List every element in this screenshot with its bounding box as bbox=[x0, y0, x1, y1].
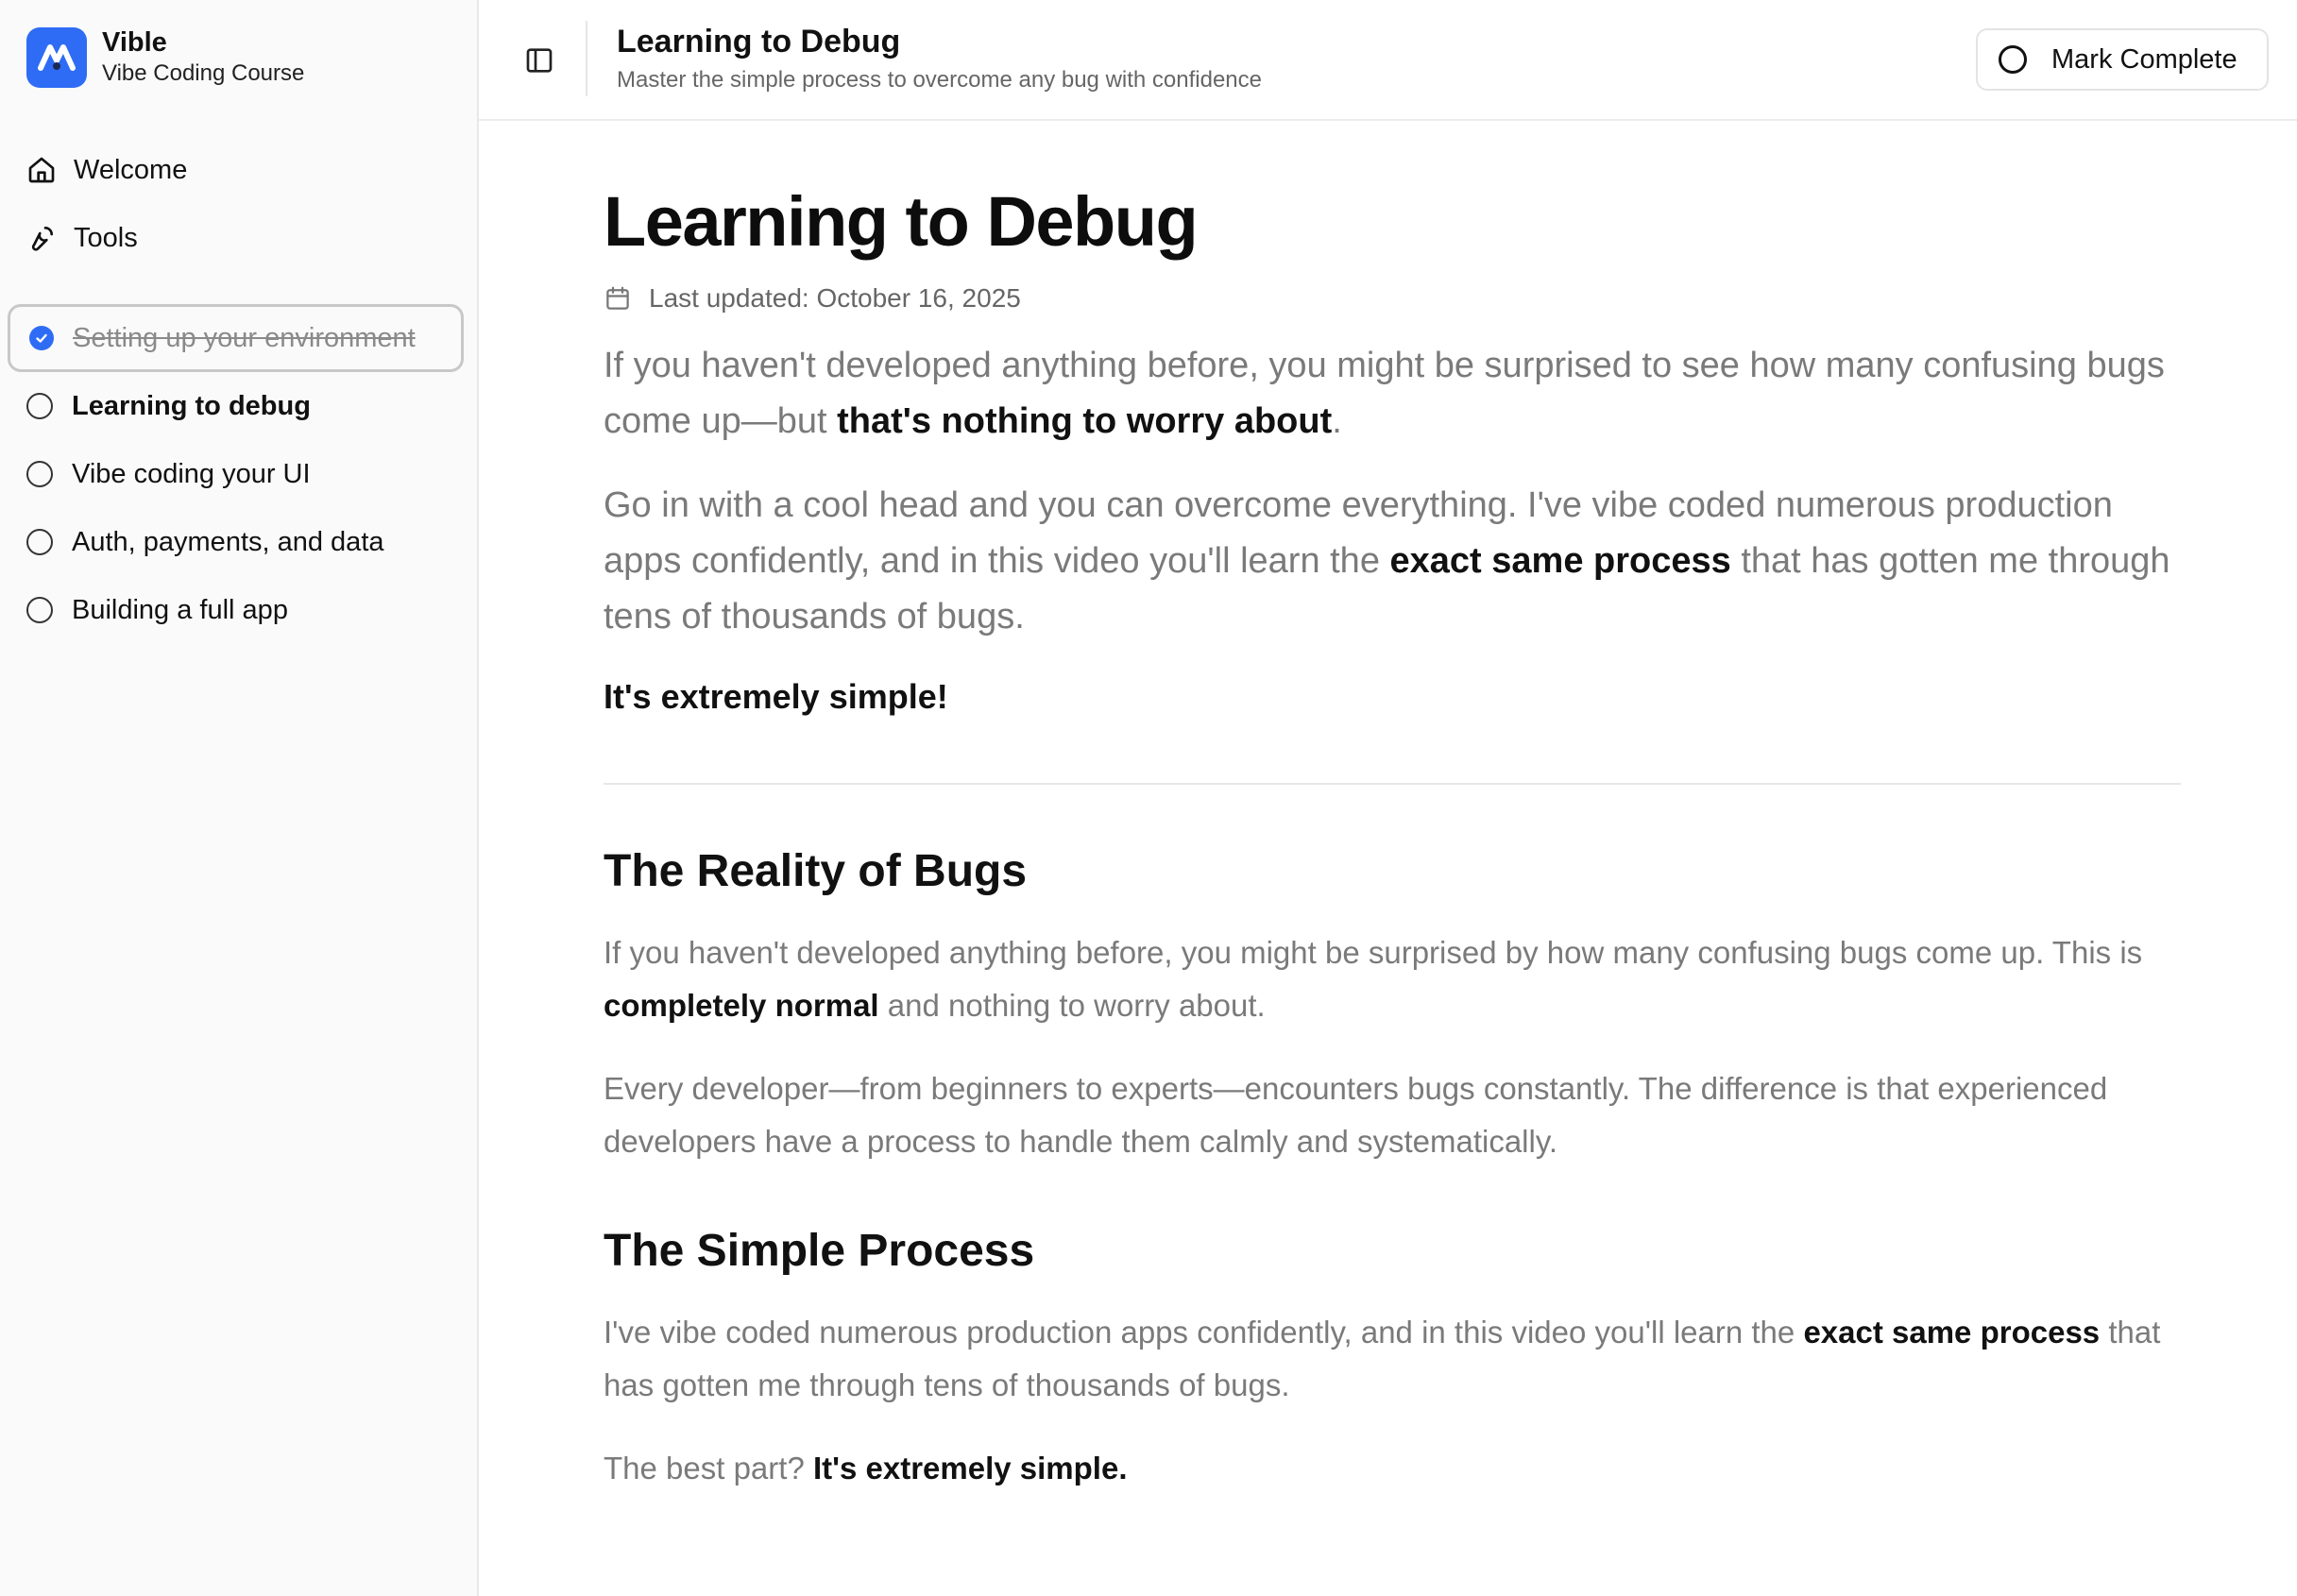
section2-paragraph-2: The best part? It's extremely simple. bbox=[604, 1442, 2181, 1495]
lesson-label: Vibe coding your UI bbox=[72, 458, 311, 489]
lesson-label: Auth, payments, and data bbox=[72, 526, 384, 557]
panel-left-icon bbox=[526, 48, 553, 73]
lesson-item-building-full-app[interactable]: Building a full app bbox=[0, 576, 477, 644]
brand[interactable]: Vible Vibe Coding Course bbox=[26, 26, 304, 89]
simple-statement: It's extremely simple! bbox=[604, 677, 948, 716]
lesson-item-learning-to-debug[interactable]: Learning to debug bbox=[0, 372, 477, 440]
circle-icon bbox=[26, 461, 53, 487]
mark-complete-button[interactable]: Mark Complete bbox=[1976, 28, 2269, 91]
lesson-item-auth-payments-data[interactable]: Auth, payments, and data bbox=[0, 508, 477, 576]
text-run: . bbox=[1332, 401, 1342, 441]
brand-name: Vible bbox=[102, 27, 167, 58]
section1-paragraph-1: If you haven't developed anything before… bbox=[604, 926, 2181, 1032]
sidebar-item-label: Tools bbox=[74, 222, 138, 253]
article: Learning to Debug Last updated: October … bbox=[604, 121, 2181, 1495]
mark-complete-label: Mark Complete bbox=[2051, 43, 2237, 75]
section-heading-process: The Simple Process bbox=[604, 1226, 1035, 1276]
text-run: The best part? bbox=[604, 1451, 813, 1486]
lead-paragraph-1: If you haven't developed anything before… bbox=[604, 338, 2181, 450]
circle-icon bbox=[26, 529, 53, 555]
emphasis: completely normal bbox=[604, 988, 879, 1023]
text-run: and nothing to worry about. bbox=[878, 988, 1266, 1023]
lesson-item-setting-up[interactable]: Setting up your environment bbox=[8, 304, 464, 372]
sidebar-toggle-button[interactable] bbox=[520, 42, 558, 79]
emphasis: that's nothing to worry about bbox=[837, 401, 1333, 441]
lead-paragraph-2: Go in with a cool head and you can overc… bbox=[604, 478, 2181, 645]
sidebar-item-tools[interactable]: Tools bbox=[0, 204, 477, 272]
check-circle-icon bbox=[29, 326, 54, 350]
circle-icon bbox=[26, 597, 53, 623]
topbar: Learning to Debug Master the simple proc… bbox=[479, 0, 2297, 121]
emphasis: exact same process bbox=[1803, 1315, 2101, 1350]
text-run: I've vibe coded numerous production apps… bbox=[604, 1315, 1804, 1350]
emphasis: exact same process bbox=[1389, 541, 1731, 581]
circle-icon bbox=[26, 393, 53, 419]
sidebar-item-label: Welcome bbox=[74, 154, 188, 185]
sidebar-item-welcome[interactable]: Welcome bbox=[0, 136, 477, 204]
article-title: Learning to Debug bbox=[604, 182, 1199, 261]
last-updated-text: Last updated: October 16, 2025 bbox=[649, 283, 1021, 313]
circle-icon bbox=[1999, 45, 2027, 74]
lesson-label: Learning to debug bbox=[72, 390, 311, 421]
lesson-item-vibe-coding-ui[interactable]: Vibe coding your UI bbox=[0, 440, 477, 508]
lesson-list: Setting up your environment Learning to … bbox=[0, 304, 477, 644]
page-title: Learning to Debug bbox=[617, 24, 901, 59]
home-icon bbox=[28, 157, 55, 183]
text-run: If you haven't developed anything before… bbox=[604, 935, 2143, 970]
brand-logo-icon bbox=[26, 27, 87, 88]
section1-paragraph-2: Every developer—from beginners to expert… bbox=[604, 1071, 2108, 1159]
page-subtitle: Master the simple process to overcome an… bbox=[617, 67, 1263, 93]
brand-subtitle: Vibe Coding Course bbox=[102, 60, 305, 86]
lesson-label: Building a full app bbox=[72, 594, 288, 625]
section-divider bbox=[604, 783, 2181, 785]
sidebar-nav: Welcome Tools bbox=[0, 136, 477, 272]
wrench-icon bbox=[31, 227, 53, 251]
divider bbox=[586, 21, 587, 96]
calendar-icon bbox=[606, 286, 629, 310]
lesson-label: Setting up your environment bbox=[73, 322, 416, 353]
last-updated: Last updated: October 16, 2025 bbox=[604, 280, 2181, 317]
section2-paragraph-1: I've vibe coded numerous production apps… bbox=[604, 1306, 2181, 1412]
section-heading-reality: The Reality of Bugs bbox=[604, 846, 1028, 896]
sidebar: Vible Vibe Coding Course Welcome Tools S… bbox=[0, 0, 479, 1596]
emphasis: It's extremely simple. bbox=[812, 1451, 1128, 1486]
main-content: Learning to Debug Master the simple proc… bbox=[479, 0, 2297, 1596]
